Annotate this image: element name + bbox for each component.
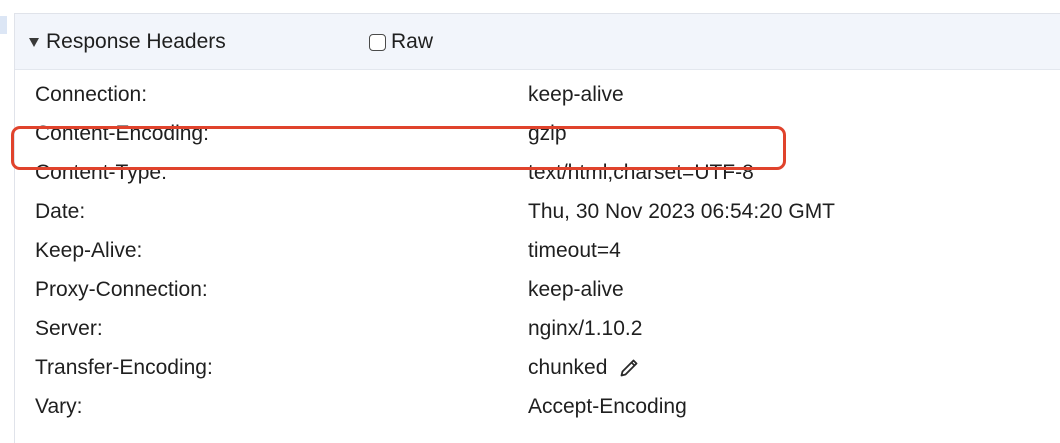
header-row-server: Server: nginx/1.10.2 <box>15 310 1060 349</box>
headers-table: Connection: keep-alive Content-Encoding:… <box>15 76 1060 427</box>
pencil-icon[interactable] <box>619 358 639 378</box>
raw-label: Raw <box>391 30 434 53</box>
header-row-content-type: Content-Type: text/html;charset=UTF-8 <box>15 154 1060 193</box>
header-value-text: Thu, 30 Nov 2023 06:54:20 GMT <box>528 200 836 223</box>
header-row-keep-alive: Keep-Alive: timeout=4 <box>15 232 1060 271</box>
header-row-transfer-encoding: Transfer-Encoding: chunked <box>15 349 1060 388</box>
header-value-text: keep-alive <box>528 83 624 106</box>
header-value: nginx/1.10.2 <box>528 317 642 341</box>
collapse-toggle[interactable]: Response Headers <box>29 30 226 54</box>
response-headers-view: Response Headers Raw Connection: keep-al… <box>0 0 1060 443</box>
section-title: Response Headers <box>46 30 226 53</box>
header-name: Content-Type: <box>35 161 167 184</box>
header-value-text: nginx/1.10.2 <box>528 317 643 340</box>
header-row-content-encoding: Content-Encoding: gzip <box>15 115 1060 154</box>
triangle-down-icon <box>29 38 39 47</box>
header-value-text: gzip <box>528 122 567 145</box>
response-headers-panel: Response Headers Raw Connection: keep-al… <box>14 13 1060 443</box>
header-value-text: timeout=4 <box>528 239 621 262</box>
header-value-text: keep-alive <box>528 278 624 301</box>
header-name: Transfer-Encoding: <box>35 356 213 379</box>
header-name: Keep-Alive: <box>35 239 143 262</box>
header-row-date: Date: Thu, 30 Nov 2023 06:54:20 GMT <box>15 193 1060 232</box>
header-value: timeout=4 <box>528 239 621 263</box>
header-value: Thu, 30 Nov 2023 06:54:20 GMT <box>528 200 835 224</box>
left-accent-bar <box>0 16 7 34</box>
header-row-vary: Vary: Accept-Encoding <box>15 388 1060 427</box>
header-name: Content-Encoding: <box>35 122 209 145</box>
header-name: Proxy-Connection: <box>35 278 208 301</box>
header-value: chunked <box>528 356 639 380</box>
header-row-connection: Connection: keep-alive <box>15 76 1060 115</box>
header-name: Date: <box>35 200 86 223</box>
raw-checkbox[interactable] <box>369 33 386 51</box>
header-value-text: text/html;charset=UTF-8 <box>528 161 754 184</box>
header-name: Connection: <box>35 83 148 106</box>
header-value: keep-alive <box>528 278 624 302</box>
header-value: text/html;charset=UTF-8 <box>528 161 754 185</box>
header-value-text: chunked <box>528 356 608 379</box>
raw-toggle[interactable]: Raw <box>369 30 433 54</box>
header-value: gzip <box>528 122 567 146</box>
section-header: Response Headers Raw <box>15 14 1060 70</box>
header-value: Accept-Encoding <box>528 395 687 419</box>
header-name: Vary: <box>35 395 83 418</box>
header-value: keep-alive <box>528 83 624 107</box>
header-row-proxy-connection: Proxy-Connection: keep-alive <box>15 271 1060 310</box>
header-name: Server: <box>35 317 103 340</box>
header-value-text: Accept-Encoding <box>528 395 687 418</box>
